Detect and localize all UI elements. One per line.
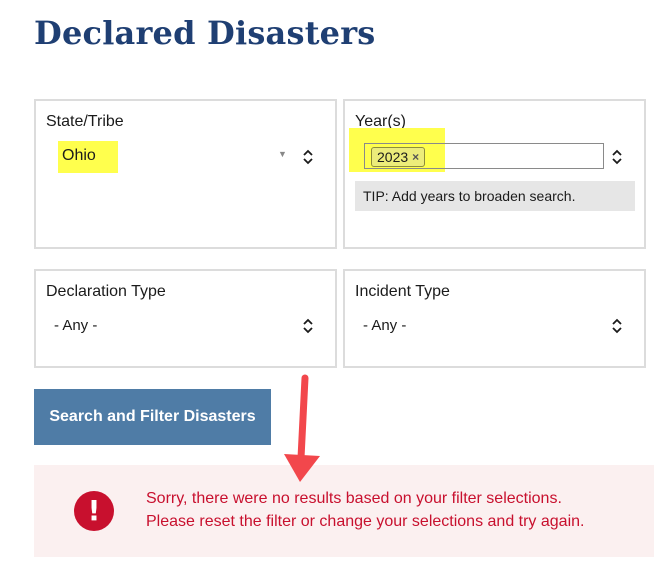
declaration-type-select[interactable]: - Any - bbox=[46, 309, 324, 343]
declaration-type-panel: Declaration Type - Any - bbox=[34, 269, 337, 368]
chevron-up-down-icon bbox=[612, 318, 622, 334]
page-title: Declared Disasters bbox=[34, 14, 376, 52]
years-tip: TIP: Add years to broaden search. bbox=[355, 181, 635, 211]
search-filter-button[interactable]: Search and Filter Disasters bbox=[34, 389, 271, 445]
incident-type-panel: Incident Type - Any - bbox=[343, 269, 646, 368]
state-select-value: Ohio bbox=[62, 147, 96, 164]
no-results-alert: ! Sorry, there were no results based on … bbox=[34, 465, 654, 557]
years-panel: Year(s) 2023 × TIP: Add years to broaden… bbox=[343, 99, 646, 249]
year-tag: 2023 × bbox=[371, 147, 426, 167]
arrow-down-icon bbox=[284, 374, 320, 482]
chevron-up-down-icon bbox=[303, 149, 313, 165]
close-icon[interactable]: × bbox=[412, 148, 419, 166]
incident-type-value: - Any - bbox=[363, 317, 407, 334]
declaration-type-label: Declaration Type bbox=[46, 283, 166, 300]
chevron-up-down-icon[interactable] bbox=[611, 148, 623, 166]
declaration-type-value: - Any - bbox=[54, 317, 98, 334]
state-tribe-label: State/Tribe bbox=[46, 113, 124, 130]
chevron-up-down-icon bbox=[303, 318, 313, 334]
page: Declared Disasters State/Tribe Ohio ▼ Ye… bbox=[0, 0, 666, 566]
error-circle-icon: ! bbox=[74, 491, 114, 531]
year-tag-label: 2023 bbox=[377, 149, 409, 165]
state-select[interactable]: Ohio ▼ bbox=[54, 139, 324, 175]
caret-down-icon: ▼ bbox=[278, 149, 287, 159]
incident-type-label: Incident Type bbox=[355, 283, 450, 300]
incident-type-select[interactable]: - Any - bbox=[355, 309, 633, 343]
alert-message-line-1: Sorry, there were no results based on yo… bbox=[146, 490, 562, 507]
state-tribe-panel: State/Tribe Ohio ▼ bbox=[34, 99, 337, 249]
alert-message-line-2: Please reset the filter or change your s… bbox=[146, 513, 585, 530]
years-input[interactable]: 2023 × bbox=[364, 143, 604, 169]
